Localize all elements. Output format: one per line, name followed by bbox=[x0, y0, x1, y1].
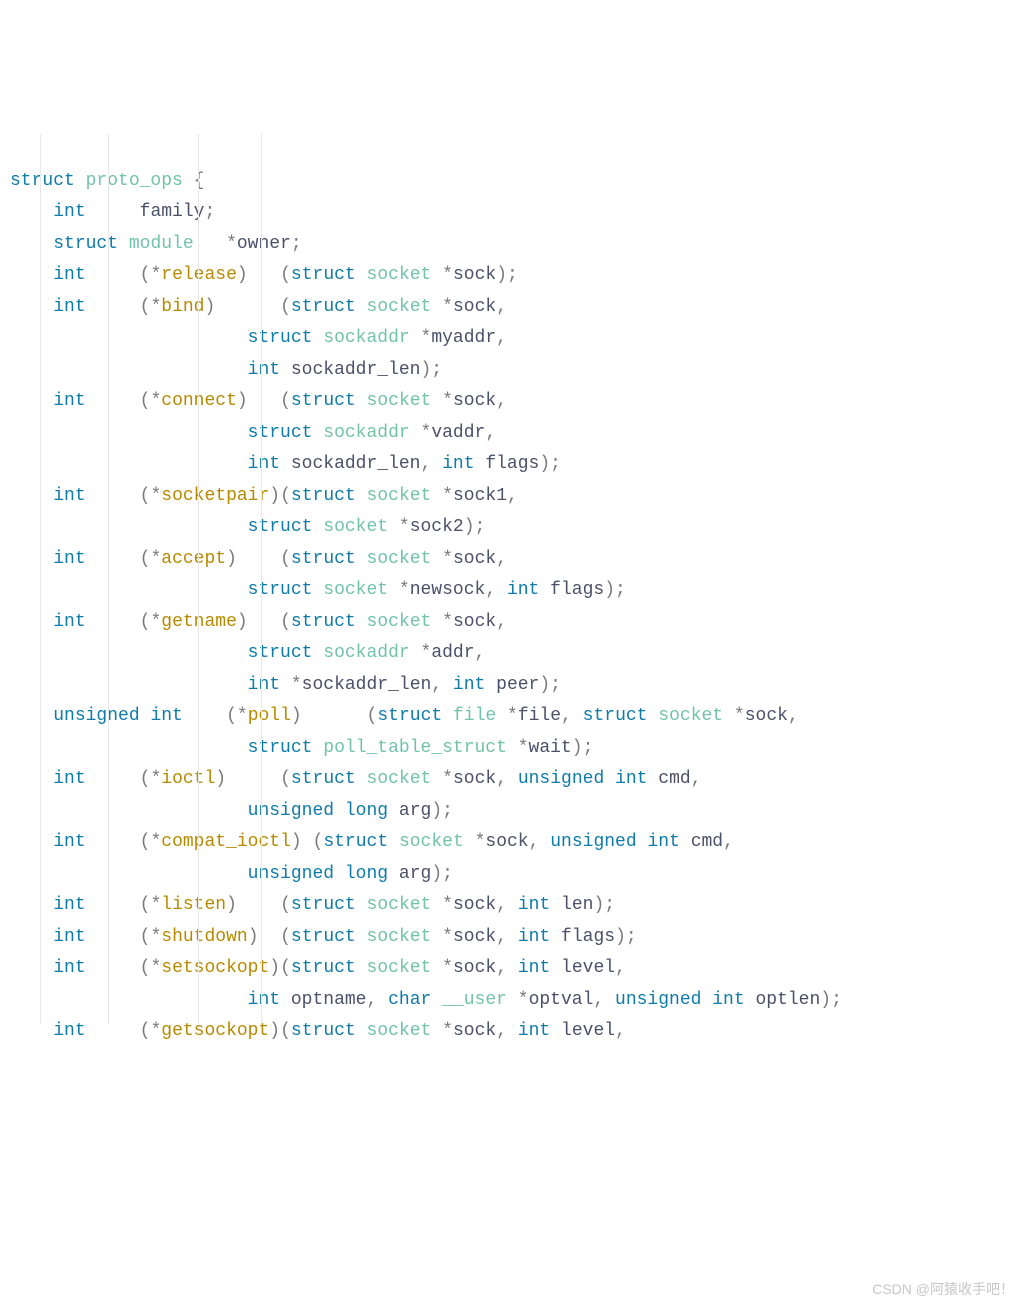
fn-getsockopt: getsockopt bbox=[161, 1021, 269, 1041]
type-proto-ops: proto_ops bbox=[86, 171, 183, 191]
fn-compat-ioctl: compat_ioctl bbox=[161, 832, 291, 852]
type-module: module bbox=[129, 234, 194, 254]
id-family: family bbox=[140, 202, 205, 222]
code-block: struct proto_ops { int family; struct mo… bbox=[10, 103, 1014, 1080]
fn-setsockopt: setsockopt bbox=[161, 958, 269, 978]
fn-release: release bbox=[161, 265, 237, 285]
fn-socketpair: socketpair bbox=[161, 486, 269, 506]
code-pre: struct proto_ops { int family; struct mo… bbox=[10, 166, 1014, 1048]
keyword-int: int bbox=[53, 202, 85, 222]
fn-getname: getname bbox=[161, 612, 237, 632]
id-owner: owner bbox=[237, 234, 291, 254]
fn-accept: accept bbox=[161, 549, 226, 569]
fn-poll: poll bbox=[248, 706, 291, 726]
keyword-struct: struct bbox=[10, 171, 75, 191]
fn-listen: listen bbox=[161, 895, 226, 915]
watermark: CSDN @阿猿收手吧！ bbox=[872, 1277, 1014, 1302]
fn-connect: connect bbox=[161, 391, 237, 411]
brace-open: { bbox=[194, 171, 205, 191]
fn-shutdown: shutdown bbox=[161, 927, 247, 947]
fn-ioctl: ioctl bbox=[161, 769, 215, 789]
